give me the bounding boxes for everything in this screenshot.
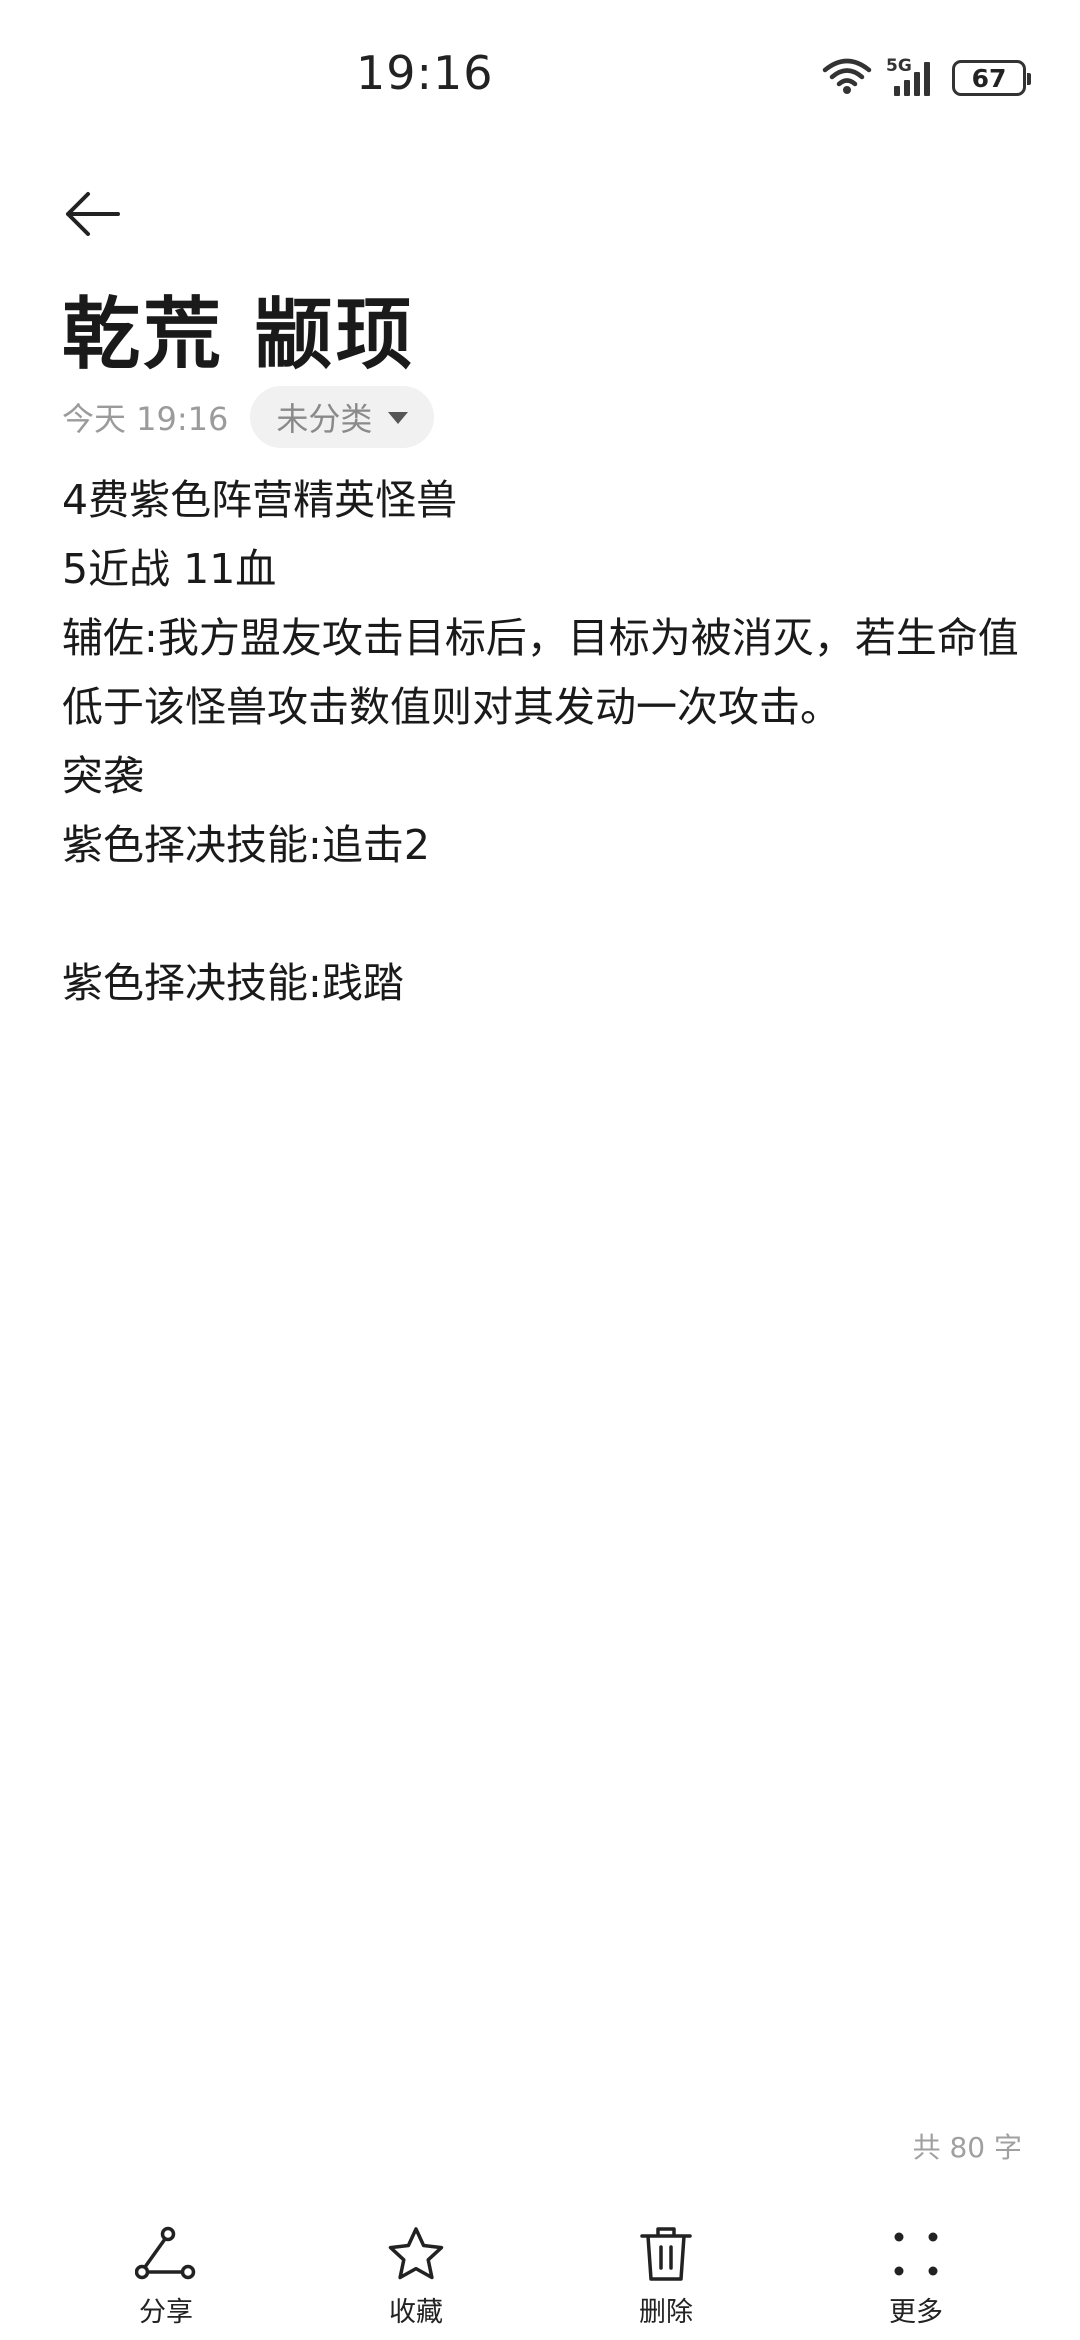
- note-line: 5近战 11血: [62, 545, 277, 593]
- note-line: 突袭: [62, 752, 144, 800]
- wifi-icon: [822, 56, 872, 100]
- back-arrow-icon: [62, 189, 122, 243]
- battery-level: 67: [971, 63, 1007, 93]
- note-line: 辅佐:我方盟友攻击目标后，目标为被消灭，若生命值低于该怪兽攻击数值则对其发动一次…: [62, 614, 1019, 731]
- star-icon: [384, 2222, 448, 2286]
- share-label: 分享: [139, 2297, 193, 2328]
- battery-icon: 67: [952, 60, 1031, 96]
- share-icon: [134, 2222, 198, 2286]
- favorite-label: 收藏: [389, 2297, 443, 2328]
- bottom-toolbar: 分享 收藏 删除 更多: [0, 2222, 1080, 2340]
- dropdown-caret-icon: [388, 412, 409, 424]
- note-title[interactable]: 乾荒 颛顼: [62, 272, 416, 384]
- note-line: 紫色择决技能:践踏: [62, 959, 404, 1007]
- note-line: [62, 880, 1032, 949]
- more-dots-icon: [884, 2222, 948, 2286]
- delete-button[interactable]: 删除: [586, 2222, 746, 2329]
- more-button[interactable]: 更多: [836, 2222, 996, 2329]
- status-time: 19:16: [356, 46, 494, 100]
- status-bar: 19:16 5G 67: [0, 0, 1080, 150]
- note-line: 紫色择决技能:追击2: [62, 821, 430, 869]
- favorite-button[interactable]: 收藏: [336, 2222, 496, 2329]
- note-date: 今天 19:16: [62, 400, 229, 438]
- status-icons: 5G 67: [822, 56, 1031, 100]
- note-line: 4费紫色阵营精英怪兽: [62, 476, 458, 524]
- category-label: 未分类: [276, 400, 373, 438]
- word-count: 共 80 字: [912, 2131, 1022, 2164]
- category-dropdown[interactable]: 未分类: [250, 386, 435, 448]
- cellular-signal-icon: 5G: [886, 56, 938, 98]
- note-body[interactable]: 4费紫色阵营精英怪兽 5近战 11血 辅佐:我方盟友攻击目标后，目标为被消灭，若…: [62, 466, 1032, 1018]
- delete-label: 删除: [639, 2297, 693, 2328]
- back-button[interactable]: [56, 180, 128, 252]
- more-label: 更多: [889, 2297, 943, 2328]
- share-button[interactable]: 分享: [86, 2222, 246, 2329]
- trash-icon: [634, 2222, 698, 2286]
- note-meta: 今天 19:16 未分类: [62, 386, 435, 448]
